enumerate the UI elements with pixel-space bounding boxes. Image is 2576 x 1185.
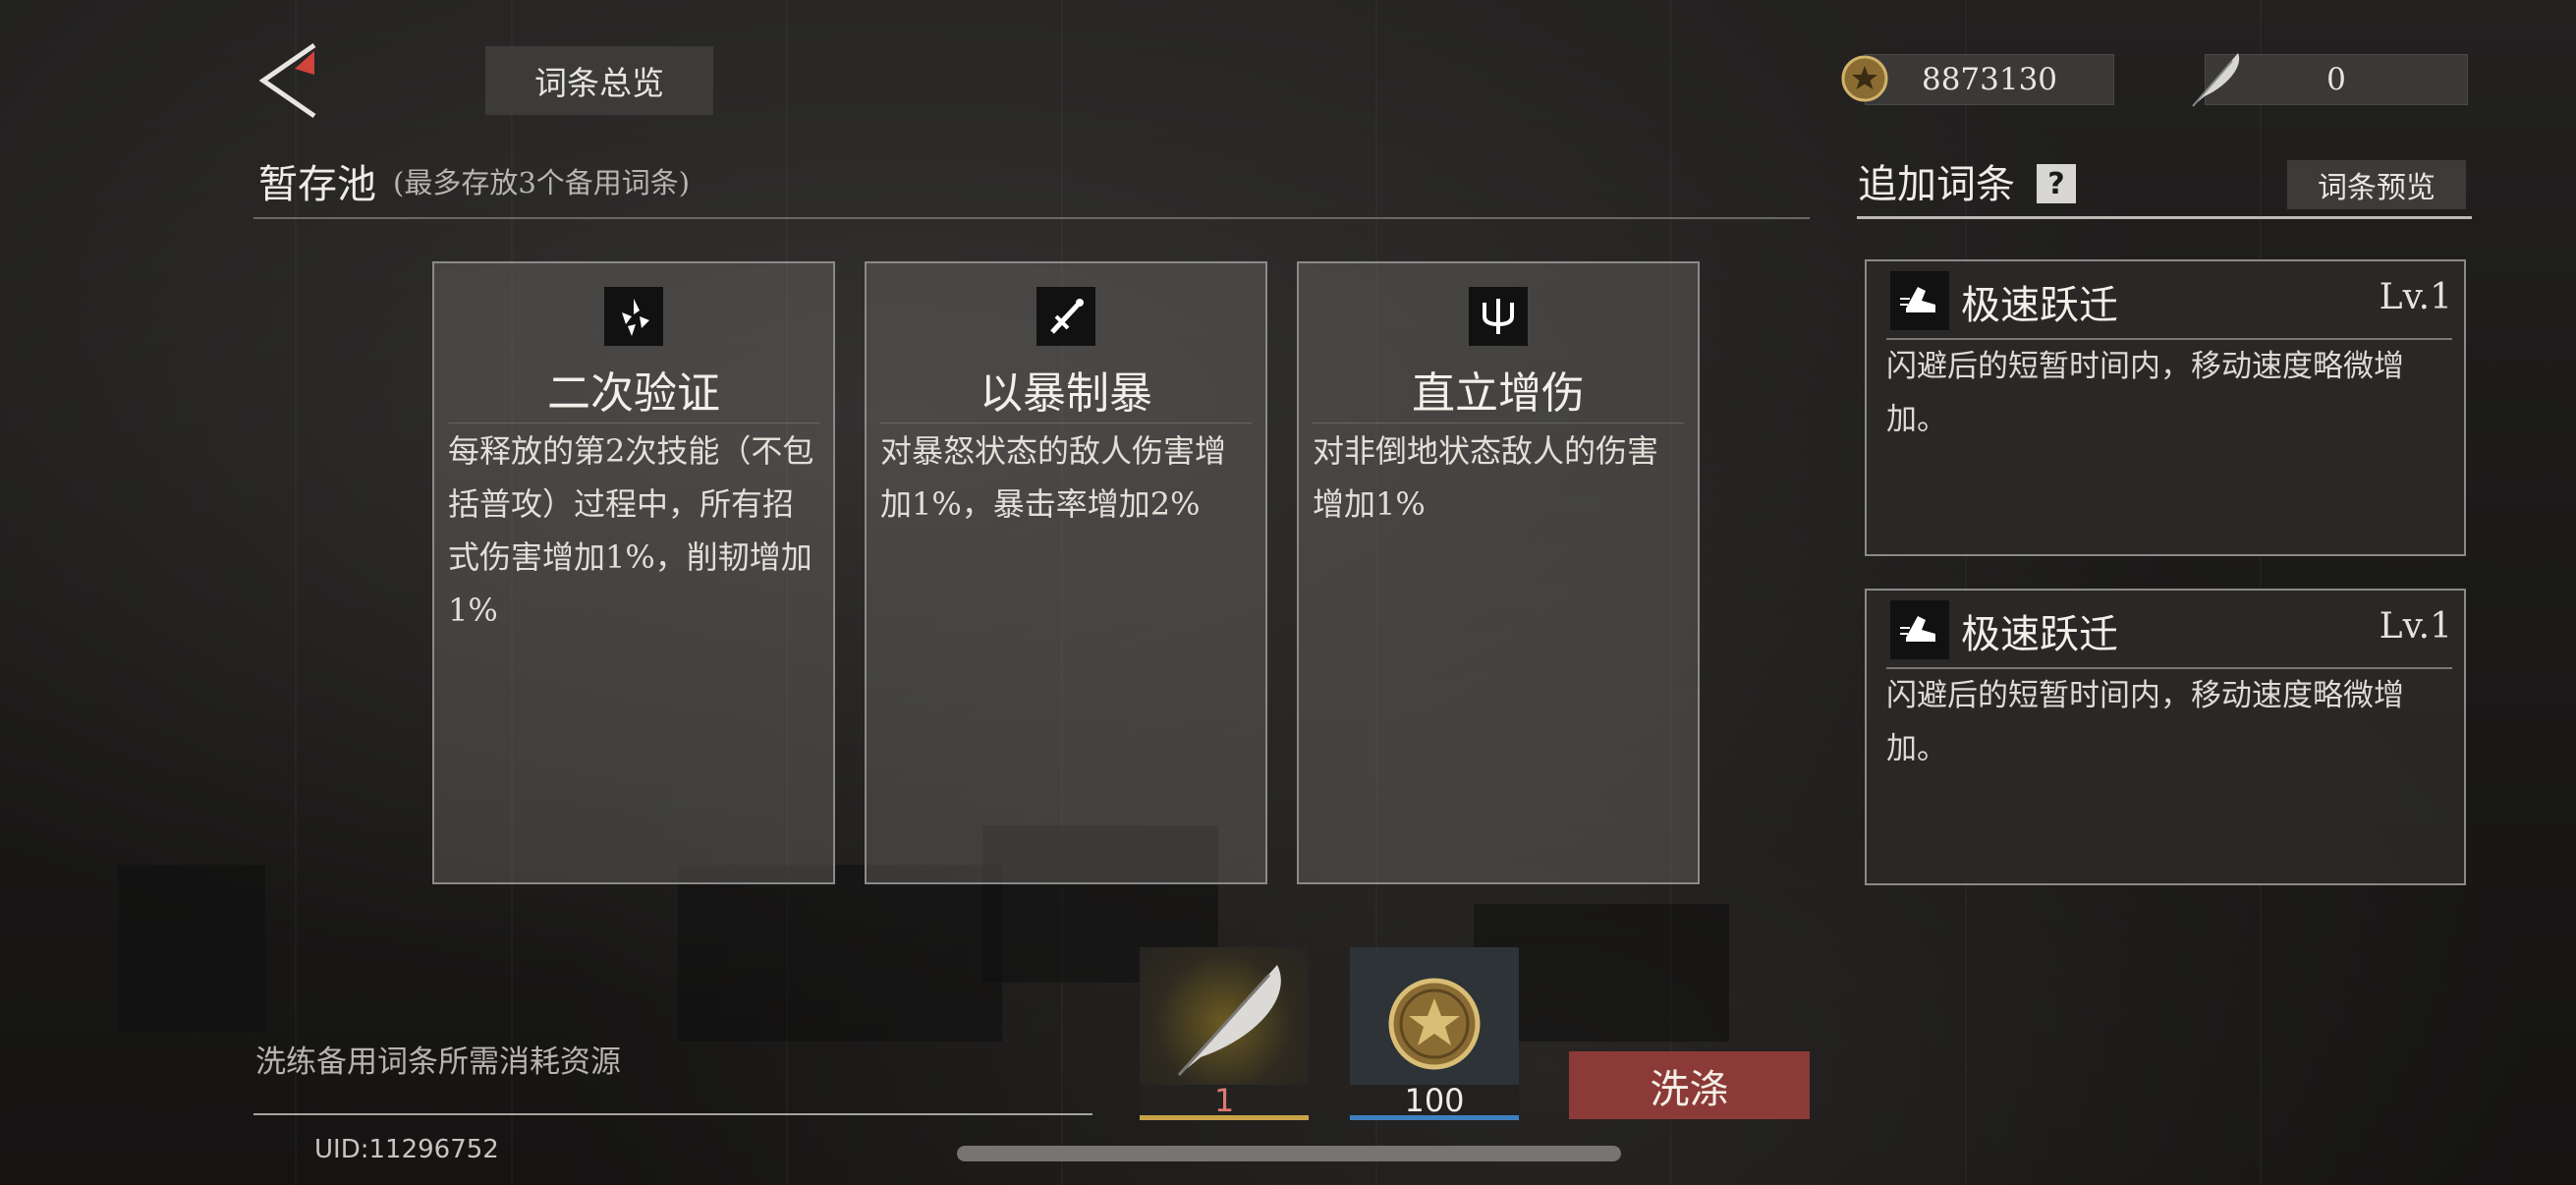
slot-name: 极速跃迁 (1961, 612, 2118, 657)
divider (253, 217, 1810, 219)
item-quantity: 100 (1350, 1082, 1519, 1119)
boot-icon (1890, 600, 1949, 659)
feather-icon (2187, 47, 2246, 110)
boot-icon (1890, 271, 1949, 330)
slot-level: Lv.1 (2379, 606, 2452, 647)
back-arrow-icon (258, 42, 316, 119)
cost-item-feather[interactable]: 1 (1140, 947, 1309, 1120)
pool-card[interactable]: 二次验证 每释放的第2次技能（不包括普攻）过程中，所有招式伤害增加1%，削韧增加… (432, 261, 835, 884)
cost-label: 洗练备用词条所需消耗资源 (255, 1044, 621, 1080)
coin-icon (1350, 947, 1519, 1085)
cost-item-coin[interactable]: 100 (1350, 947, 1519, 1120)
coin-value: 8873130 (1921, 62, 2058, 97)
preview-button[interactable]: 词条预览 (2287, 160, 2466, 209)
slot-level: Lv.1 (2379, 277, 2452, 317)
slot-description: 闪避后的短暂时间内，移动速度略微增加。 (1886, 678, 2404, 766)
card-description: 每释放的第2次技能（不包括普攻）过程中，所有招式伤害增加1%，削韧增加1% (448, 432, 814, 629)
additional-slot[interactable]: 极速跃迁 Lv.1 闪避后的短暂时间内，移动速度略微增加。 (1865, 589, 2466, 885)
pool-card[interactable]: 以暴制暴 对暴怒状态的敌人伤害增加1%，暴击率增加2% (865, 261, 1267, 884)
divider (1857, 216, 2472, 219)
slot-description: 闪避后的短暂时间内，移动速度略微增加。 (1886, 349, 2404, 437)
card-title: 以暴制暴 (980, 368, 1152, 419)
pool-title: 暂存池 (258, 162, 376, 207)
overview-button[interactable]: 词条总览 (485, 46, 713, 115)
back-button[interactable] (257, 39, 326, 122)
additional-title: 追加词条 (1858, 162, 2015, 207)
divider (253, 1113, 1092, 1115)
shards-icon (604, 287, 663, 346)
slot-name: 极速跃迁 (1961, 283, 2118, 328)
card-title: 直立增伤 (1412, 368, 1585, 419)
help-button[interactable]: ? (2037, 164, 2076, 203)
coin-counter: 8873130 (1865, 54, 2114, 105)
pool-subtitle: (最多存放3个备用词条) (393, 166, 691, 199)
rarity-bar (1140, 1115, 1309, 1120)
feather-icon (1140, 947, 1309, 1085)
item-quantity: 1 (1140, 1082, 1309, 1119)
card-title: 二次验证 (547, 368, 720, 419)
uid-label: UID:11296752 (314, 1135, 499, 1164)
additional-slot[interactable]: 极速跃迁 Lv.1 闪避后的短暂时间内，移动速度略微增加。 (1865, 259, 2466, 556)
home-indicator-bar[interactable] (957, 1146, 1621, 1161)
sword-icon (1036, 287, 1095, 346)
trident-icon (1469, 287, 1528, 346)
wash-button[interactable]: 洗涤 (1569, 1051, 1810, 1119)
coin-icon (1841, 55, 1888, 102)
rarity-bar (1350, 1115, 1519, 1120)
card-description: 对暴怒状态的敌人伤害增加1%，暴击率增加2% (880, 432, 1227, 523)
pool-card[interactable]: 直立增伤 对非倒地状态敌人的伤害增加1% (1297, 261, 1700, 884)
card-description: 对非倒地状态敌人的伤害增加1% (1313, 432, 1659, 523)
